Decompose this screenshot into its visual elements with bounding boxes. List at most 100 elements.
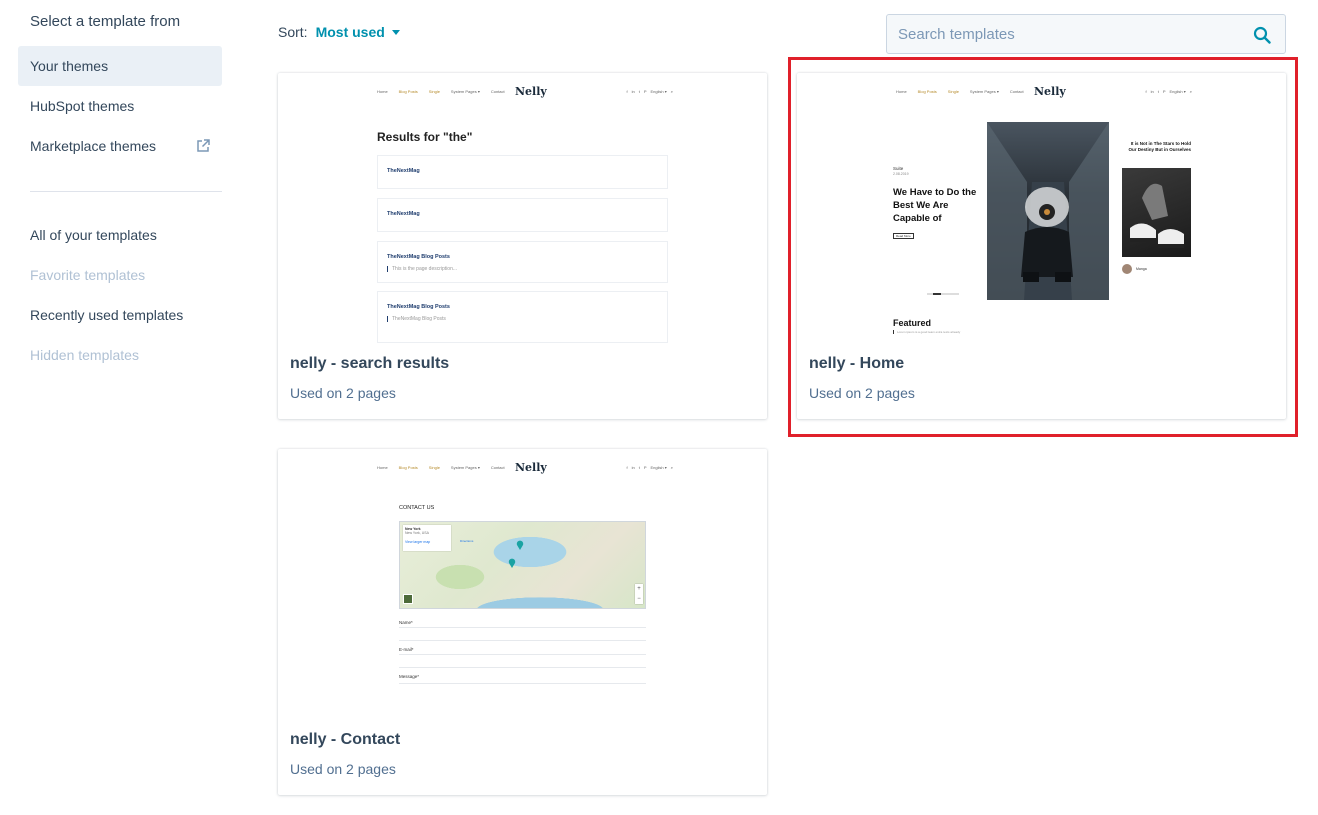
preview-social-icon: in [631,89,635,94]
template-title: nelly - search results [290,355,450,372]
caret-down-icon [391,30,400,35]
preview-social-icon: P [1162,89,1166,94]
preview-nav: Home Blog Posts Single System Pages ▾ Co… [377,461,673,474]
preview-language: English ▾ [1169,89,1186,94]
preview-result: TheNextMag [377,155,668,189]
preview-social-icon: f [1145,89,1147,94]
preview-logo: Nelly [1034,85,1066,98]
preview-result: TheNextMag [377,198,668,232]
preview-map-sub: New York, USA [405,531,429,535]
search-icon[interactable] [1253,26,1271,44]
preview-nav-link: Blog Posts [917,89,937,94]
sidebar-heading: Select a template from [30,13,181,30]
preview-map: New York New York, USA View larger map D… [399,521,646,609]
sort-control: Sort: Most used [278,24,400,40]
preview-nav-link: Contact [1009,89,1024,94]
preview-result-title: TheNextMag [387,211,420,217]
preview-author: Manga [1136,267,1147,271]
preview-map-directions: Directions [460,539,474,543]
preview-nav-link: System Pages ▾ [450,465,480,470]
preview-logo: Nelly [515,85,547,98]
preview-social-icon: t [1157,89,1159,94]
preview-read-more: Read More [893,233,914,239]
sort-label: Sort: [278,24,308,40]
preview-nav-link: Contact [490,465,505,470]
preview-nav-link: Single [947,89,959,94]
preview-social-icon: t [638,465,640,470]
preview-field-line [399,640,646,641]
preview-heading: Results for "the" [377,130,473,144]
preview-result-title: TheNextMag Blog Posts [387,254,450,260]
preview-map-link: View larger map [405,540,431,544]
preview-social-icon: P [643,89,647,94]
zoom-in-icon: + [637,586,641,592]
preview-result-desc: This is the page description... [387,266,457,272]
preview-language: English ▾ [650,465,667,470]
template-preview: Home Blog Posts Single System Pages ▾ Co… [797,73,1286,348]
template-title: nelly - Home [809,355,905,372]
template-usage: Used on 2 pages [290,761,396,777]
preview-search-icon: ⌕ [670,465,673,470]
preview-featured-sub: Lorem ipsum is a good team extra texts a… [893,330,960,334]
template-preview: Home Blog Posts Single System Pages ▾ Co… [278,449,767,724]
template-preview: Home Blog Posts Single System Pages ▾ Co… [278,73,767,348]
preview-result-desc: TheNextMag Blog Posts [387,316,446,322]
template-title: nelly - Contact [290,731,401,748]
preview-language: English ▾ [650,89,667,94]
preview-nav-link: Single [428,89,440,94]
sidebar-item-marketplace-themes[interactable]: Marketplace themes [18,126,222,166]
search-box [886,14,1286,54]
sidebar-item-hidden-templates: Hidden templates [30,347,139,363]
preview-headline: We Have to Do the Best We Are Capable of [893,187,977,224]
sneaker-photo-icon [1130,183,1184,248]
template-usage: Used on 2 pages [809,385,915,401]
sidebar-item-hubspot-themes[interactable]: HubSpot themes [18,86,222,126]
sidebar-item-recently-used[interactable]: Recently used templates [18,295,222,335]
sort-dropdown[interactable]: Most used [316,24,400,40]
preview-hero-image [987,122,1109,300]
preview-field-label: E-mail* [399,647,414,652]
preview-result: TheNextMag Blog Posts This is the page d… [377,241,668,283]
preview-social-icon: in [1150,89,1154,94]
sidebar-item-all-templates[interactable]: All of your templates [18,215,222,255]
sidebar-item-your-themes[interactable]: Your themes [18,46,222,86]
preview-result-title: TheNextMag Blog Posts [387,304,450,310]
search-input[interactable] [887,15,1285,53]
preview-kicker: Suite [893,166,904,171]
preview-nav-link: Blog Posts [398,89,418,94]
preview-shoe-image [1122,168,1191,257]
preview-nav-link: Contact [490,89,505,94]
preview-featured: Featured [893,318,932,328]
preview-date: 2.08.2019 [893,172,909,176]
preview-heading: CONTACT US [399,505,435,511]
template-usage: Used on 2 pages [290,385,396,401]
map-pin-icon [508,558,516,568]
sidebar: Select a template from Your themes HubSp… [18,0,222,375]
preview-field-line [399,627,646,628]
preview-side-title: It is Not in The Stars to Hold Our Desti… [1128,141,1191,152]
preview-slider-dots [927,293,959,295]
escalator-photo-icon [987,122,1109,300]
preview-nav-link: Home [377,89,388,94]
preview-nav: Home Blog Posts Single System Pages ▾ Co… [377,85,673,98]
preview-result-title: TheNextMag [387,168,420,174]
sort-value: Most used [315,24,385,40]
preview-social-icon: f [626,465,628,470]
preview-nav: Home Blog Posts Single System Pages ▾ Co… [896,85,1192,98]
preview-field-line [399,654,646,655]
template-card-contact[interactable]: Home Blog Posts Single System Pages ▾ Co… [278,449,767,795]
preview-author-avatar [1122,264,1132,274]
preview-nav-link: System Pages ▾ [450,89,480,94]
preview-social-icon: in [631,465,635,470]
sidebar-item-favorite-templates: Favorite templates [30,267,146,283]
preview-nav-link: System Pages ▾ [969,89,999,94]
map-satellite-toggle [403,594,413,604]
zoom-out-icon: − [637,596,641,602]
map-zoom-controls: + − [635,584,643,604]
template-card-search-results[interactable]: Home Blog Posts Single System Pages ▾ Co… [278,73,767,419]
preview-nav-link: Single [428,465,440,470]
preview-field-line [399,683,646,684]
preview-social-icon: P [643,465,647,470]
template-card-home[interactable]: Home Blog Posts Single System Pages ▾ Co… [797,73,1286,419]
sidebar-divider [30,191,222,192]
